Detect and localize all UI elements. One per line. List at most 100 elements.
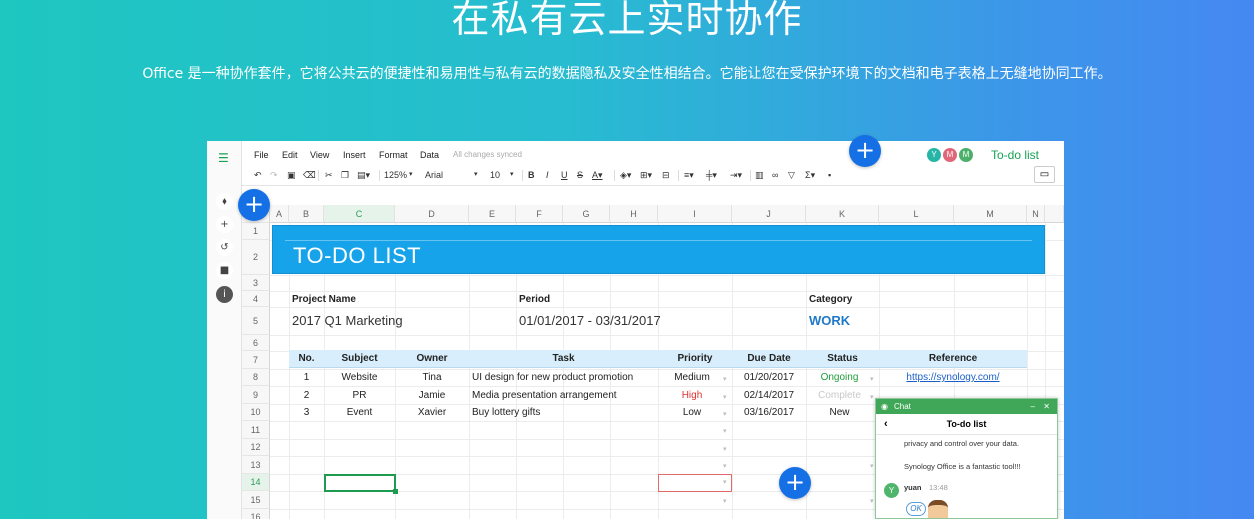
wrap-text-icon[interactable]: ⇥▾ [730,170,742,181]
column-header-i[interactable]: I [658,205,732,223]
task-subject[interactable]: PR [324,390,395,401]
row-header-5[interactable]: 5 [242,307,270,335]
chart-icon[interactable]: ▥ [755,170,764,181]
info-icon[interactable]: i [216,286,233,303]
chevron-down-icon[interactable]: ▾ [723,393,727,401]
avatar[interactable]: Y [927,148,941,162]
chevron-down-icon[interactable]: ▾ [723,445,727,453]
history-icon[interactable]: ↺ [216,239,233,256]
task-owner[interactable]: Tina [395,372,469,383]
column-header-j[interactable]: J [732,205,806,223]
menu-data[interactable]: Data [420,150,439,160]
paint-format-icon[interactable]: ▣ [287,170,296,181]
task-priority[interactable]: Low [658,407,726,418]
task-description[interactable]: Media presentation arrangement [472,390,617,401]
cut-icon[interactable]: ✂ [325,170,333,181]
row-header-9[interactable]: 9 [242,386,270,404]
row-header-15[interactable]: 15 [242,491,270,509]
task-owner[interactable]: Jamie [395,390,469,401]
task-no[interactable]: 1 [289,372,324,383]
collaborator-cell-cursor[interactable]: ▾ [658,474,732,492]
chevron-down-icon[interactable]: ▾ [723,497,727,505]
column-header-f[interactable]: F [516,205,563,223]
zoom-select[interactable]: 125% [384,170,407,180]
chevron-down-icon[interactable]: ▾ [870,375,874,383]
underline-icon[interactable]: U [561,170,568,180]
align-left-icon[interactable]: ≡▾ [684,170,694,181]
row-header-7[interactable]: 7 [242,351,270,369]
merge-cells-icon[interactable]: ⊟ [662,170,670,181]
borders-icon[interactable]: ⊞▾ [640,170,652,181]
avatar[interactable]: M [943,148,957,162]
chevron-down-icon[interactable]: ▾ [723,462,727,470]
task-reference-link[interactable]: https://synology.com/ [879,372,1027,383]
sum-icon[interactable]: Σ▾ [805,170,815,181]
row-header-13[interactable]: 13 [242,456,270,474]
task-owner[interactable]: Xavier [395,407,469,418]
column-header-m[interactable]: M [954,205,1027,223]
add-button-left[interactable]: + [238,189,270,221]
column-header-g[interactable]: G [563,205,610,223]
column-header-e[interactable]: E [469,205,516,223]
redo-icon[interactable]: ↷ [270,170,278,181]
paste-icon[interactable]: ▤▾ [357,170,370,181]
lock-icon[interactable]: ■ [216,262,233,279]
task-subject[interactable]: Website [324,372,395,383]
row-header-10[interactable]: 10 [242,404,270,421]
task-status[interactable]: Ongoing [806,372,873,383]
task-no[interactable]: 2 [289,390,324,401]
task-description[interactable]: UI design for new product promotion [472,372,633,383]
column-header-l[interactable]: L [879,205,954,223]
font-select[interactable]: Arial [425,170,443,180]
menu-file[interactable]: File [254,150,269,160]
filter-icon[interactable]: ▽ [788,170,795,181]
minimize-icon[interactable]: – [1031,399,1035,414]
menu-format[interactable]: Format [379,150,408,160]
column-header-h[interactable]: H [610,205,658,223]
row-header-2[interactable]: 2 [242,240,270,275]
avatar[interactable]: M [959,148,973,162]
chevron-down-icon[interactable]: ▾ [723,375,727,383]
row-header-1[interactable]: 1 [242,223,270,240]
chevron-down-icon[interactable]: ▾ [723,410,727,418]
font-size-select[interactable]: 10 [490,170,500,180]
fill-color-icon[interactable]: ◈▾ [620,170,631,181]
task-due-date[interactable]: 02/14/2017 [732,390,806,401]
add-user-icon[interactable]: + [216,216,233,233]
task-subject[interactable]: Event [324,407,395,418]
comment-icon[interactable]: ▪ [828,170,831,180]
italic-icon[interactable]: I [546,170,549,180]
column-header-n[interactable]: N [1027,205,1045,223]
task-status[interactable]: New [806,407,873,418]
row-header-6[interactable]: 6 [242,335,270,351]
back-arrow-icon[interactable]: ‹ [884,414,888,435]
strikethrough-icon[interactable]: S [577,170,583,180]
menu-insert[interactable]: Insert [343,150,366,160]
column-header-d[interactable]: D [395,205,469,223]
chevron-down-icon[interactable]: ▾ [870,393,874,401]
row-header-16[interactable]: 16 [242,509,270,519]
link-icon[interactable]: ∞ [772,170,778,180]
text-color-icon[interactable]: A▾ [592,170,603,181]
tag-icon[interactable]: ⬧ [216,193,233,210]
menu-view[interactable]: View [310,150,329,160]
column-header-c[interactable]: C [324,205,395,223]
column-header-b[interactable]: B [289,205,324,223]
row-header-4[interactable]: 4 [242,291,270,307]
copy-icon[interactable]: ❐ [341,170,349,181]
task-description[interactable]: Buy lottery gifts [472,407,540,418]
column-header-a[interactable]: A [270,205,289,223]
task-status[interactable]: Complete [806,390,873,401]
hamburger-menu-icon[interactable]: ☰ [218,151,229,165]
close-icon[interactable]: ✕ [1043,399,1050,414]
clear-format-icon[interactable]: ⌫ [303,170,316,181]
avatar[interactable]: Y [884,483,899,498]
task-due-date[interactable]: 01/20/2017 [732,372,806,383]
fill-handle[interactable] [393,489,398,494]
row-header-8[interactable]: 8 [242,369,270,386]
task-due-date[interactable]: 03/16/2017 [732,407,806,418]
vertical-align-icon[interactable]: ╪▾ [706,170,717,181]
selected-cell[interactable] [324,474,396,492]
side-panel-toggle-icon[interactable]: ▭ [1034,166,1055,183]
task-priority[interactable]: Medium [658,372,726,383]
